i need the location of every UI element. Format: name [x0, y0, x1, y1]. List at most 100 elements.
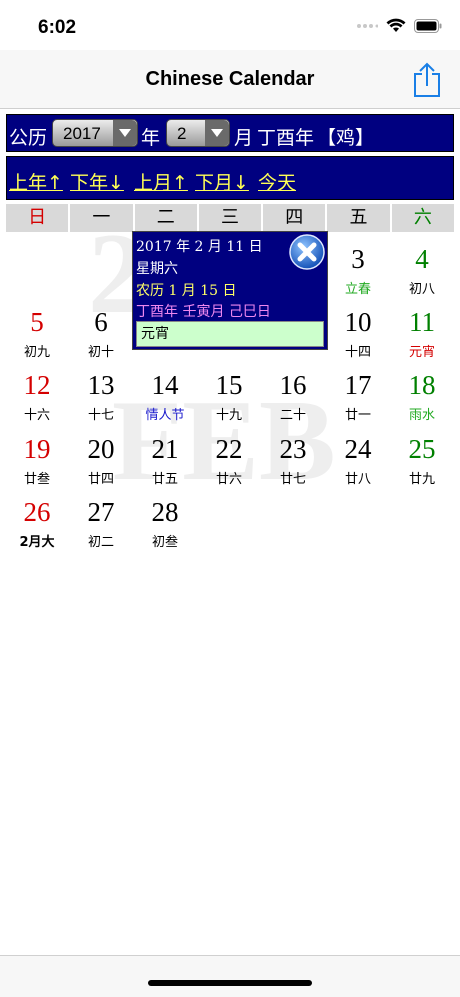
popup-note: 元宵: [136, 321, 324, 347]
day-cell[interactable]: 3 立春: [326, 244, 390, 297]
close-icon: [289, 234, 325, 270]
day-cell[interactable]: 17 廿一: [326, 370, 390, 423]
chevron-down-icon: [205, 120, 229, 146]
year-select-value: 2017: [63, 124, 101, 143]
day-number: 21: [151, 434, 179, 464]
day-cell[interactable]: 21 廿五: [133, 434, 197, 487]
today-link[interactable]: 今天: [258, 168, 296, 195]
day-number: 23: [279, 434, 307, 464]
prev-month-link[interactable]: 上月↑: [134, 168, 188, 195]
day-cell[interactable]: 6 初十: [69, 307, 133, 360]
lunar-label: 廿一: [344, 408, 371, 423]
share-button[interactable]: [412, 62, 442, 98]
lunar-label: 立春: [344, 282, 371, 297]
battery-icon: [414, 18, 442, 38]
day-number: 10: [344, 307, 372, 337]
navigation-links-bar: 上年↑ 下年↓ 上月↑ 下月↓ 今天: [6, 156, 454, 200]
day-cell[interactable]: 25 廿九: [390, 434, 454, 487]
day-cell[interactable]: 4 初八: [390, 244, 454, 297]
day-number: 24: [344, 434, 372, 464]
day-cell[interactable]: 20 廿四: [69, 434, 133, 487]
day-cell[interactable]: 24 廿八: [326, 434, 390, 487]
day-cell[interactable]: 15 十九: [197, 370, 261, 423]
next-month-link[interactable]: 下月↓: [195, 168, 249, 195]
day-cell[interactable]: 10 十四: [326, 307, 390, 360]
day-number: 12: [23, 370, 51, 400]
day-number: 11: [409, 307, 435, 337]
weekday-sun: 日: [6, 204, 69, 232]
status-time: 6:02: [38, 17, 77, 38]
day-cell[interactable]: 28 初叁: [133, 497, 197, 550]
day-number: 22: [215, 434, 243, 464]
year-suffix: 年: [141, 127, 161, 149]
lunar-label: 廿四: [87, 472, 114, 487]
day-cell[interactable]: 18 雨水: [390, 370, 454, 423]
day-cell[interactable]: 19 廿叁: [5, 434, 69, 487]
day-number: 19: [23, 434, 51, 464]
status-bar: 6:02: [0, 0, 460, 50]
month-select-value: 2: [177, 124, 187, 143]
bottom-toolbar: [0, 955, 460, 997]
lunar-label: 十四: [344, 345, 371, 360]
lunar-label: 廿八: [344, 472, 371, 487]
lunar-label: 十七: [87, 408, 114, 423]
lunar-label: 初八: [408, 282, 435, 297]
chevron-down-icon: [113, 120, 137, 146]
month-suffix: 月: [234, 127, 254, 149]
day-cell[interactable]: 5 初九: [5, 307, 69, 360]
close-button[interactable]: [289, 234, 325, 270]
lunar-label: 雨水: [408, 408, 435, 423]
day-number: 15: [215, 370, 243, 400]
day-cell[interactable]: 26 2月大: [5, 497, 69, 550]
lunar-label: 十九: [215, 408, 242, 423]
day-number: 16: [279, 370, 307, 400]
year-month-bar: 公历 2017 年 2 月 丁酉年 【鸡】: [6, 114, 454, 152]
home-indicator: [148, 980, 312, 986]
day-cell[interactable]: 23 廿七: [261, 434, 325, 487]
popup-lunar-date: 农历 1 月 15 日: [136, 283, 237, 299]
weekday-sat: 六: [391, 204, 454, 232]
day-number: 5: [30, 307, 44, 337]
day-cell[interactable]: 12 十六: [5, 370, 69, 423]
ganzhi-year: 丁酉年: [257, 127, 315, 149]
lunar-label: 廿五: [151, 472, 178, 487]
day-number: 6: [94, 307, 108, 337]
day-detail-popup: 2017 年 2 月 11 日 星期六 农历 1 月 15 日 丁酉年 壬寅月 …: [132, 231, 328, 350]
prev-year-link[interactable]: 上年↑: [9, 168, 63, 195]
navigation-bar: Chinese Calendar: [0, 50, 460, 109]
next-year-link[interactable]: 下年↓: [70, 168, 124, 195]
day-number: 25: [408, 434, 436, 464]
day-cell[interactable]: 27 初二: [69, 497, 133, 550]
lunar-label: 元宵: [408, 345, 435, 360]
lunar-label: 廿叁: [23, 472, 50, 487]
lunar-label: 2月大: [19, 535, 55, 550]
day-number: 17: [344, 370, 372, 400]
day-number: 18: [408, 370, 436, 400]
share-icon: [414, 62, 440, 97]
popup-ganzhi: 丁酉年 壬寅月 己巳日: [136, 304, 271, 320]
lunar-label: 初叁: [151, 535, 178, 550]
day-number: 26: [23, 497, 51, 527]
lunar-label: 初十: [87, 345, 114, 360]
lunar-label: 初九: [23, 345, 50, 360]
day-cell[interactable]: 14 情人节: [133, 370, 197, 423]
day-number: 13: [87, 370, 115, 400]
zodiac-label: 【鸡】: [317, 127, 375, 149]
lunar-label: 廿七: [279, 472, 306, 487]
lunar-label: 十六: [23, 408, 50, 423]
gongli-label: 公历: [9, 127, 48, 149]
lunar-label: 二十: [279, 408, 306, 423]
page-title: Chinese Calendar: [145, 68, 315, 90]
month-select[interactable]: 2: [166, 119, 230, 147]
popup-date: 2017 年 2 月 11 日: [136, 239, 263, 255]
day-number: 28: [151, 497, 179, 527]
day-cell[interactable]: 16 二十: [261, 370, 325, 423]
lunar-label: 情人节: [145, 408, 185, 423]
weekday-fri: 五: [327, 204, 390, 232]
day-cell[interactable]: 13 十七: [69, 370, 133, 423]
day-cell[interactable]: 22 廿六: [197, 434, 261, 487]
lunar-label: 廿六: [215, 472, 242, 487]
year-select[interactable]: 2017: [52, 119, 138, 147]
lunar-label: 廿九: [408, 472, 435, 487]
day-cell[interactable]: 11 元宵: [390, 307, 454, 360]
